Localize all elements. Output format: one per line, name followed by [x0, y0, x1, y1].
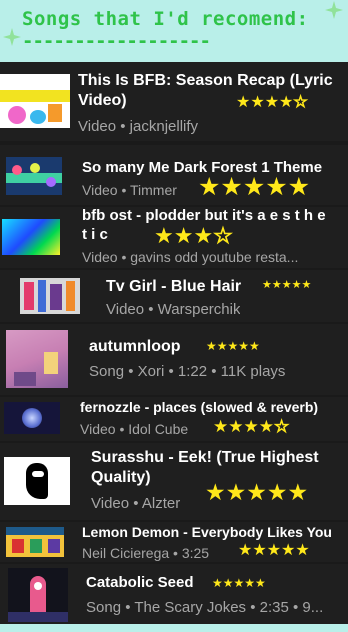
video-title-line2[interactable]: t i c [82, 226, 108, 244]
list-item[interactable]: Tv Girl - Blue Hair Video • Warsperchik … [0, 270, 348, 322]
video-list: This Is BFB: Season Recap (Lyric Video) … [0, 62, 348, 624]
list-item[interactable]: This Is BFB: Season Recap (Lyric Video) … [0, 62, 348, 141]
list-item[interactable]: So many Me Dark Forest 1 Theme Video • T… [0, 145, 348, 205]
video-thumbnail[interactable] [2, 219, 60, 255]
rating-stars: ★★★★★ [206, 339, 260, 353]
video-meta: Video • Timmer [82, 182, 177, 198]
video-title[interactable]: fernozzle - places (slowed & reverb) [80, 399, 318, 416]
header: Songs that I'd recomend: ---------------… [0, 0, 348, 62]
video-meta: Neil Cicierega • 3:25 [82, 545, 210, 561]
video-thumbnail[interactable] [20, 278, 80, 314]
rating-stars: ★★★★★ [212, 576, 266, 590]
sparkle-icon [325, 1, 343, 19]
video-title[interactable]: This Is BFB: Season Recap (Lyric [78, 72, 333, 91]
video-thumbnail[interactable] [6, 157, 62, 195]
rating-stars: ★★★★☆ [213, 417, 290, 436]
video-thumbnail[interactable] [0, 74, 70, 128]
video-meta: Video • gavins odd youtube resta... [82, 249, 299, 265]
video-meta: Video • Idol Cube [80, 421, 189, 437]
page-title: Songs that I'd recomend: [22, 8, 309, 30]
rating-stars: ★★★★☆ [236, 94, 308, 111]
video-meta: Video • Alzter [91, 495, 181, 512]
list-item[interactable]: Lemon Demon - Everybody Likes You Neil C… [0, 522, 348, 562]
video-thumbnail[interactable] [4, 402, 60, 434]
sparkle-icon [3, 28, 21, 46]
video-title-line2[interactable]: Quality) [91, 469, 151, 488]
video-title[interactable]: autumnloop [89, 338, 181, 357]
video-thumbnail[interactable] [6, 330, 68, 388]
rating-stars: ★★★★★ [262, 279, 312, 291]
list-item[interactable]: bfb ost - plodder but it's a e s t h e t… [0, 207, 348, 268]
video-title[interactable]: Lemon Demon - Everybody Likes You [82, 524, 332, 541]
title-underline: ------------------ [22, 30, 211, 52]
video-title[interactable]: Catabolic Seed [86, 574, 194, 592]
video-thumbnail[interactable] [8, 568, 68, 622]
list-item[interactable]: fernozzle - places (slowed & reverb) Vid… [0, 397, 348, 441]
list-item[interactable]: autumnloop Song • Xori • 1:22 • 11K play… [0, 324, 348, 395]
video-thumbnail[interactable] [6, 527, 64, 557]
rating-stars: ★★★★★ [198, 173, 311, 201]
video-meta: Video • jacknjellify [78, 118, 199, 135]
list-item[interactable]: Surasshu - Eek! (True Highest Quality) V… [0, 443, 348, 520]
video-title-line2[interactable]: Video) [78, 92, 127, 111]
rating-stars: ★★★★★ [205, 479, 309, 505]
video-title[interactable]: Tv Girl - Blue Hair [106, 278, 241, 297]
video-meta: Song • The Scary Jokes • 2:35 • 9... [86, 599, 324, 616]
video-title[interactable]: Surasshu - Eek! (True Highest [91, 449, 319, 468]
rating-stars: ★★★★★ [238, 542, 310, 559]
video-meta: Song • Xori • 1:22 • 11K plays [89, 363, 286, 380]
video-thumbnail[interactable] [4, 457, 70, 505]
video-meta: Video • Warsperchik [106, 301, 241, 318]
rating-stars: ★★★☆ [154, 223, 233, 248]
footer-strip [0, 624, 348, 632]
list-item[interactable]: Catabolic Seed Song • The Scary Jokes • … [0, 564, 348, 624]
